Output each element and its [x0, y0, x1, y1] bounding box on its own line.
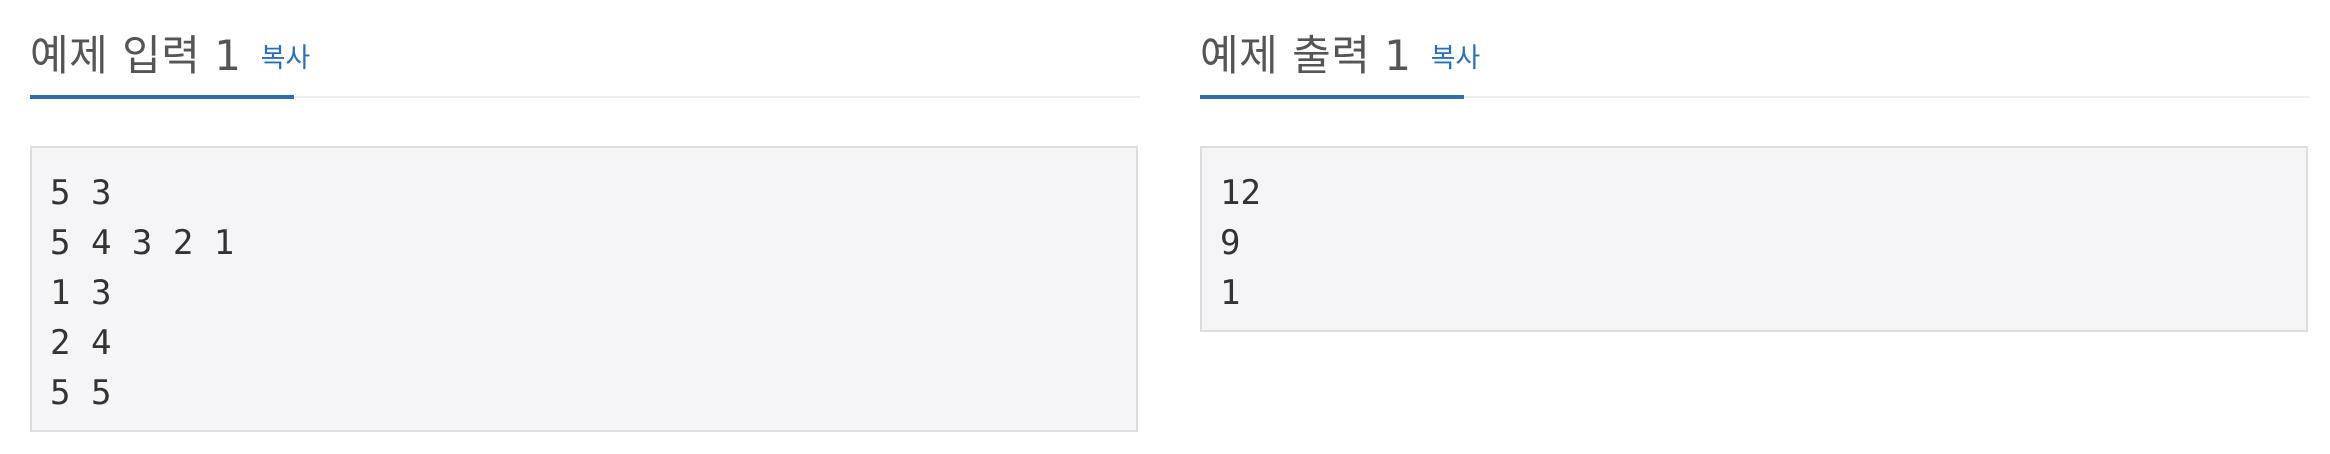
sample-input-box: 5 3 5 4 3 2 1 1 3 2 4 5 5 [30, 146, 1138, 432]
copy-output-button[interactable]: 복사 [1431, 43, 1481, 74]
sample-output-title-row: 예제 출력 1 복사 [1200, 22, 1480, 83]
sample-input-text: 5 3 5 4 3 2 1 1 3 2 4 5 5 [50, 173, 235, 413]
sample-output-section: 예제 출력 1 복사 12 9 1 [1200, 0, 2310, 332]
sample-output-title: 예제 출력 1 [1200, 31, 1412, 80]
sample-output-title-underline [1200, 95, 1464, 99]
copy-input-button[interactable]: 복사 [261, 43, 311, 74]
sample-input-title: 예제 입력 1 [30, 31, 242, 80]
sample-input-title-underline [30, 95, 294, 99]
sample-output-text: 12 9 1 [1220, 173, 1261, 313]
sample-input-section: 예제 입력 1 복사 5 3 5 4 3 2 1 1 3 2 4 5 5 [30, 0, 1140, 432]
sample-output-headline: 예제 출력 1 복사 [1200, 0, 2310, 99]
sample-output-box: 12 9 1 [1200, 146, 2308, 332]
sample-input-title-row: 예제 입력 1 복사 [30, 22, 310, 83]
sample-input-headline: 예제 입력 1 복사 [30, 0, 1140, 99]
